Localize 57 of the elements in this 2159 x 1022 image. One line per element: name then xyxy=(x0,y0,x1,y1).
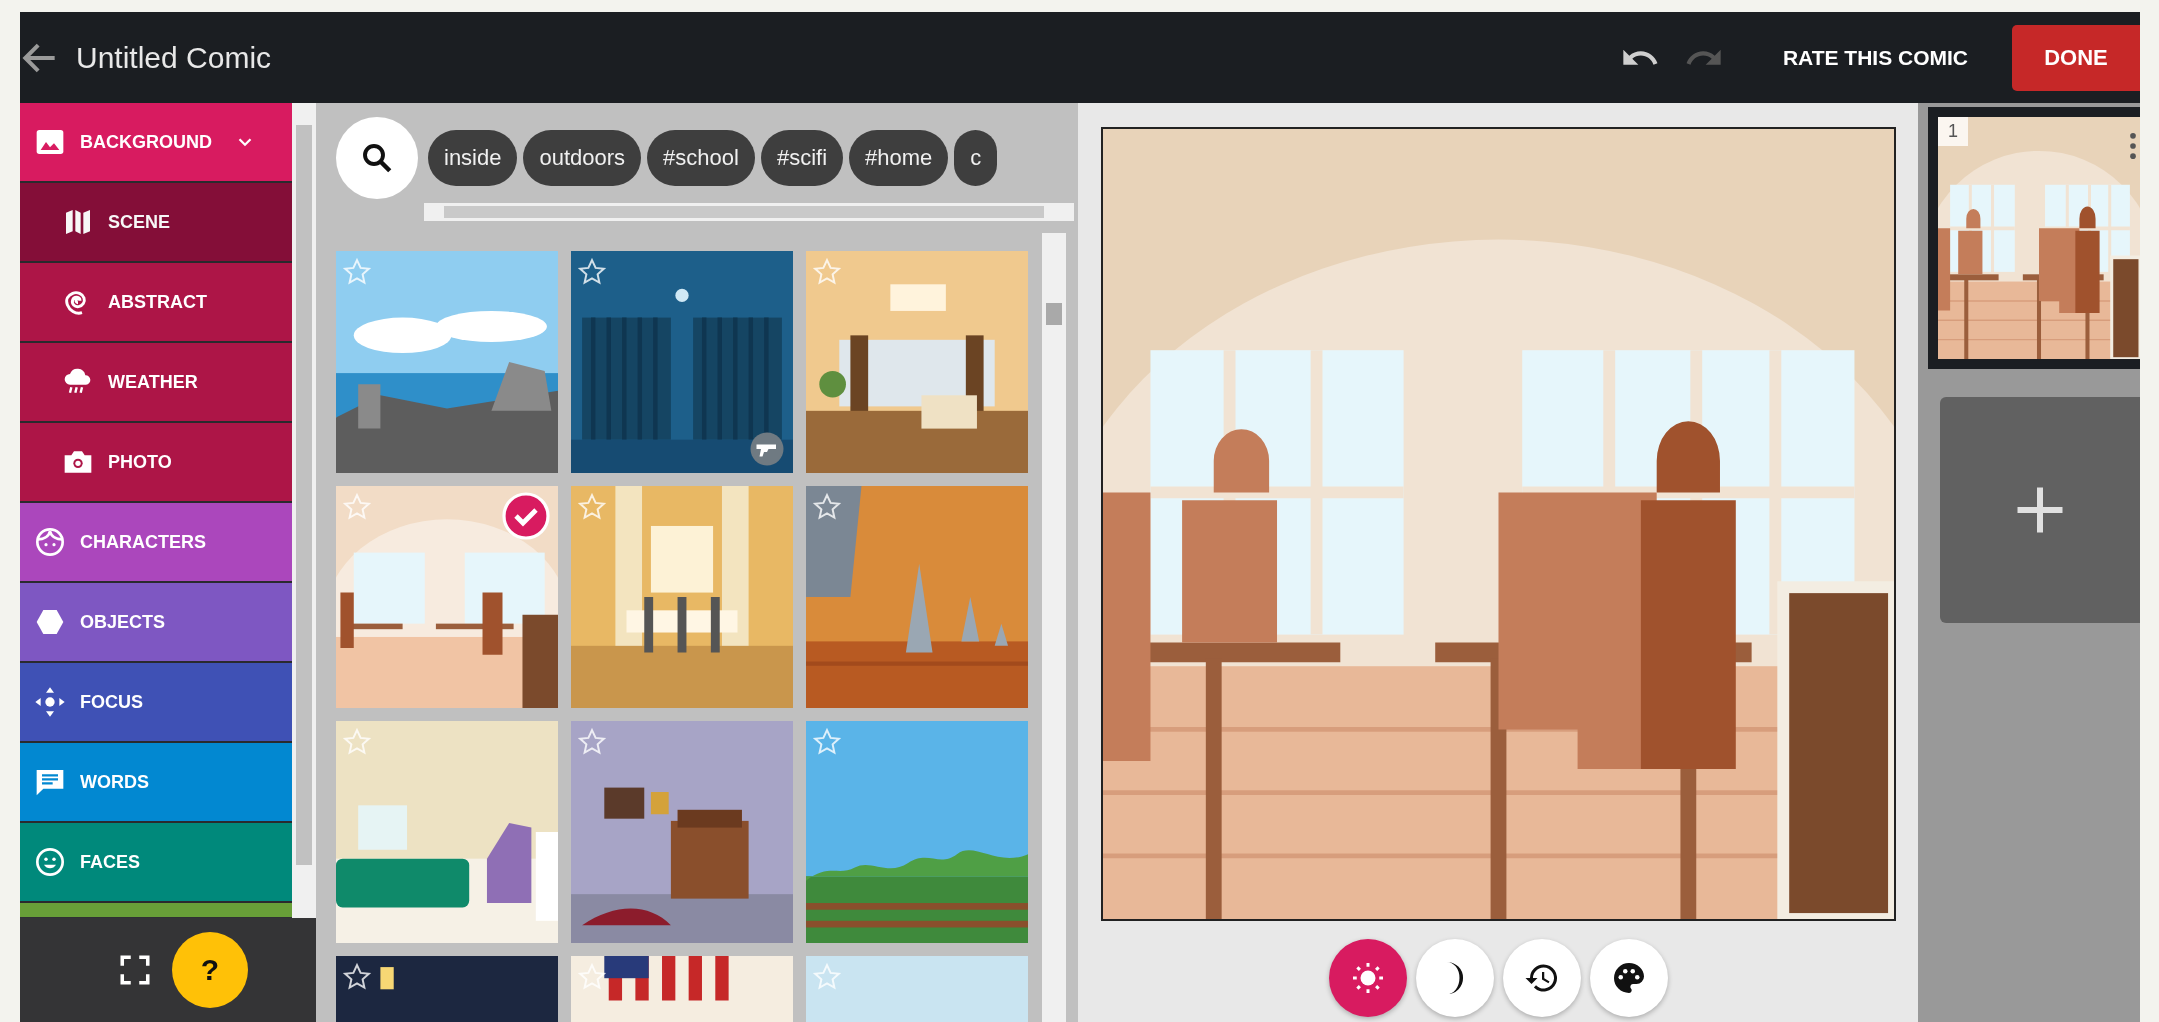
category-label: WORDS xyxy=(80,771,149,793)
smile-icon xyxy=(34,846,66,878)
done-button[interactable]: DONE xyxy=(2012,24,2140,91)
moon-tool-button[interactable] xyxy=(1415,939,1494,1017)
category-item[interactable]: CHARACTERS xyxy=(20,503,292,583)
category-label: FOCUS xyxy=(80,691,143,713)
tag-chip[interactable]: c xyxy=(954,130,998,186)
tag-chip[interactable]: #scifi xyxy=(760,130,844,186)
help-button[interactable]: ? xyxy=(172,932,248,1008)
category-label: BACKGROUND xyxy=(80,131,212,153)
tag-chip[interactable]: outdoors xyxy=(523,130,642,186)
tag-chip[interactable]: #home xyxy=(849,130,949,186)
star-icon[interactable] xyxy=(812,962,842,992)
face-icon xyxy=(34,526,66,558)
subcategory-label: ABSTRACT xyxy=(108,291,207,313)
star-icon[interactable] xyxy=(812,492,842,522)
category-label: CHARACTERS xyxy=(80,531,206,553)
star-icon[interactable] xyxy=(577,962,607,992)
rate-comic-link[interactable]: RATE THIS COMIC xyxy=(1782,45,1968,70)
subcategory-item[interactable]: SCENE xyxy=(20,183,292,263)
history-tool-button[interactable] xyxy=(1502,939,1581,1017)
fullscreen-icon[interactable] xyxy=(118,953,152,987)
category-item[interactable]: WORDS xyxy=(20,743,292,823)
category-label: FACES xyxy=(80,851,140,873)
star-icon[interactable] xyxy=(812,257,842,287)
star-icon[interactable] xyxy=(342,962,372,992)
pistol-icon xyxy=(749,431,785,467)
star-icon[interactable] xyxy=(342,492,372,522)
vertical-scrollbar[interactable] xyxy=(292,103,316,918)
star-icon[interactable] xyxy=(812,727,842,757)
horizontal-scrollbar[interactable] xyxy=(424,203,1074,221)
category-item[interactable]: FACES xyxy=(20,823,292,903)
star-icon[interactable] xyxy=(577,257,607,287)
category-label: OBJECTS xyxy=(80,611,166,633)
sun-tool-button[interactable] xyxy=(1328,939,1407,1017)
vertical-scrollbar[interactable] xyxy=(1042,233,1066,1022)
star-icon[interactable] xyxy=(577,492,607,522)
tag-chip[interactable]: inside xyxy=(428,130,518,186)
tag-chip[interactable]: #school xyxy=(647,130,755,186)
comic-title: Untitled Comic xyxy=(76,40,272,75)
check-icon xyxy=(502,492,550,540)
move-icon xyxy=(34,686,66,718)
palette-tool-button[interactable] xyxy=(1589,939,1668,1017)
star-icon[interactable] xyxy=(342,727,372,757)
subcategory-label: WEATHER xyxy=(108,371,198,393)
subcategory-label: PHOTO xyxy=(108,451,172,473)
star-icon[interactable] xyxy=(342,257,372,287)
star-icon[interactable] xyxy=(577,727,607,757)
category-item[interactable]: BACKGROUND xyxy=(20,103,292,183)
category-item[interactable]: OBJECTS xyxy=(20,583,292,663)
panel-number: 1 xyxy=(1938,117,1968,146)
subcategory-item[interactable]: ABSTRACT xyxy=(20,263,292,343)
category-item[interactable]: FOCUS xyxy=(20,663,292,743)
subcategory-item[interactable]: WEATHER xyxy=(20,343,292,423)
subcategory-label: SCENE xyxy=(108,211,170,233)
panel-thumbnail[interactable]: 1 xyxy=(1928,107,2140,369)
subcategory-item[interactable]: PHOTO xyxy=(20,423,292,503)
